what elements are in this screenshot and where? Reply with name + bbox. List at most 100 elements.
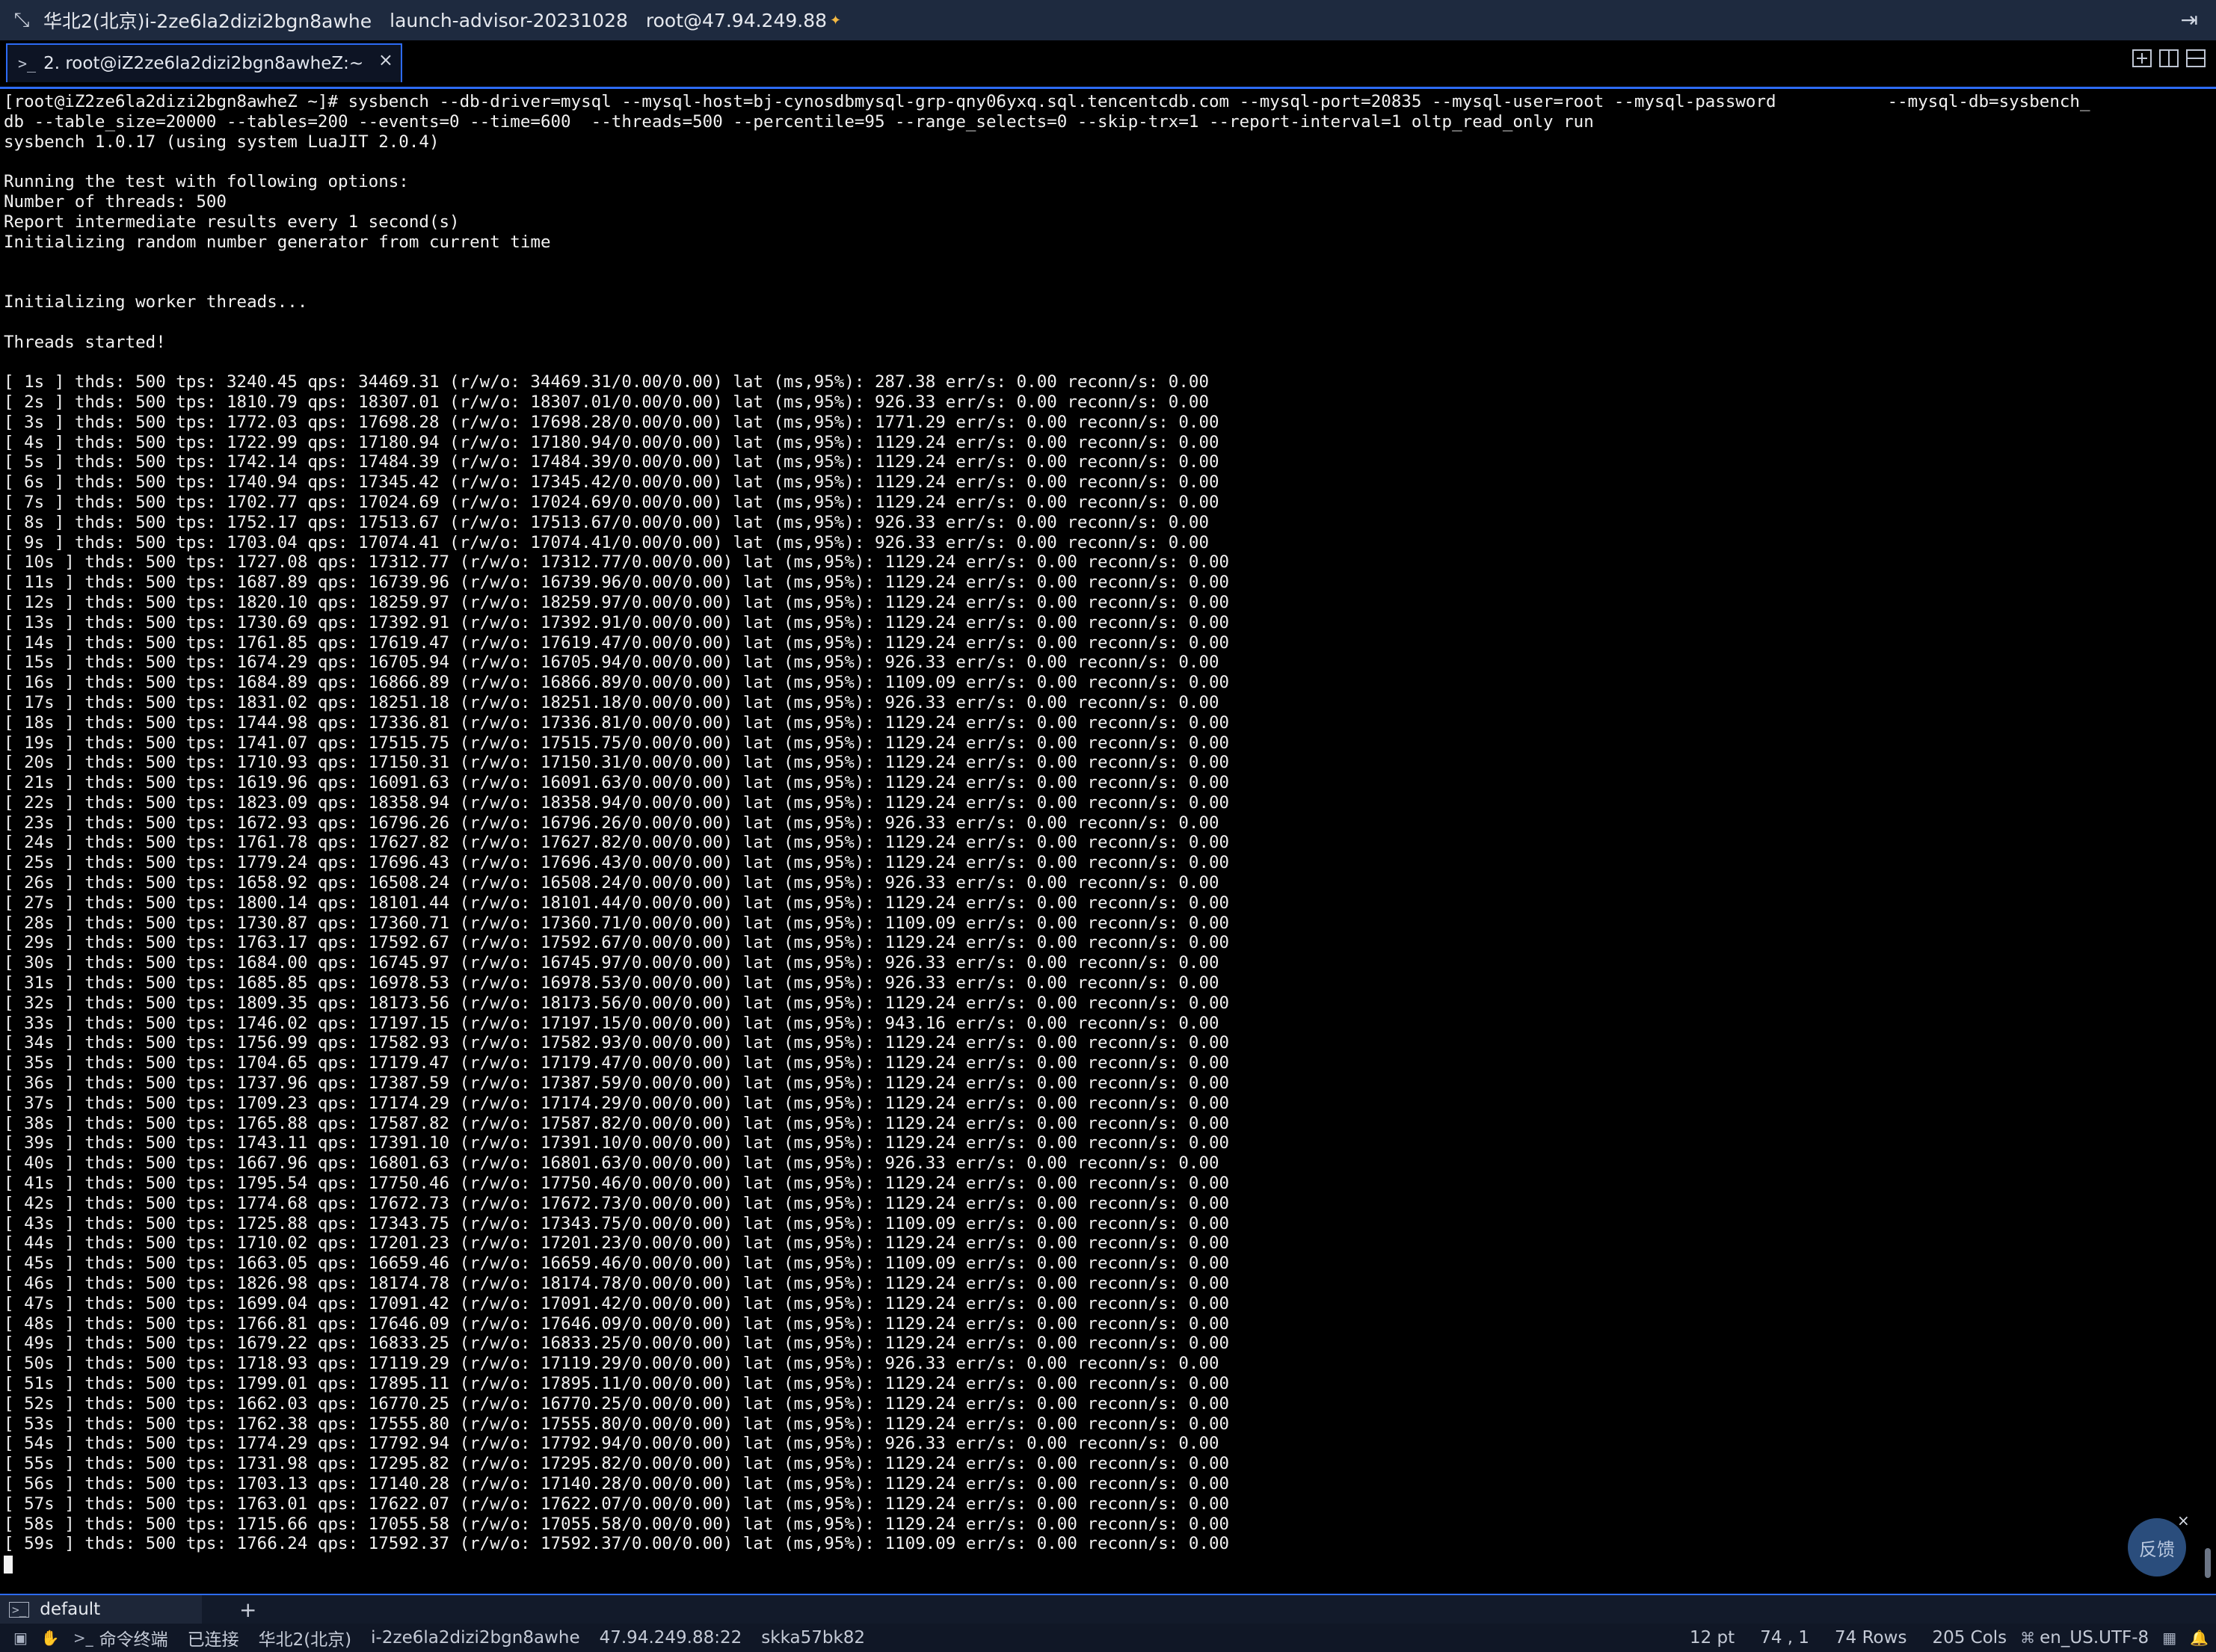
terminal-line: [ 42s ] thds: 500 tps: 1774.68 qps: 1767… bbox=[4, 1193, 1230, 1213]
status-connection: 已连接 bbox=[187, 1630, 239, 1650]
prompt-icon: >_ bbox=[73, 1629, 93, 1647]
status-encoding[interactable]: en_US.UTF-8 bbox=[2040, 1628, 2149, 1648]
session-tab-default[interactable]: >_ default bbox=[0, 1595, 202, 1624]
prompt-line[interactable] bbox=[4, 1554, 2198, 1574]
status-key: skka57bk82 bbox=[761, 1628, 866, 1648]
status-terminal-type: 命令终端 bbox=[99, 1630, 168, 1650]
prompt-icon: >_ bbox=[18, 55, 37, 73]
status-instance: i-2ze6la2dizi2bgn8awhe bbox=[371, 1628, 580, 1648]
terminal-line: sysbench 1.0.17 (using system LuaJIT 2.0… bbox=[4, 132, 440, 152]
terminal-line: [ 22s ] thds: 500 tps: 1823.09 qps: 1835… bbox=[4, 792, 1230, 813]
encoding-icon: ⌘ bbox=[2020, 1629, 2036, 1647]
status-cols: 205 Cols bbox=[1932, 1628, 2007, 1648]
terminal-line: [ 2s ] thds: 500 tps: 1810.79 qps: 18307… bbox=[4, 392, 1209, 412]
tab-label: 2. root@iZ2ze6la2dizi2bgn8awheZ:~ bbox=[43, 54, 364, 73]
sparkle-icon: ✦ bbox=[830, 12, 842, 28]
terminal-line: [ 3s ] thds: 500 tps: 1772.03 qps: 17698… bbox=[4, 412, 1219, 432]
terminal-line: [ 41s ] thds: 500 tps: 1795.54 qps: 1775… bbox=[4, 1174, 1230, 1194]
terminal-line: db --table_size=20000 --tables=200 --eve… bbox=[4, 111, 1594, 132]
terminal-line: [ 47s ] thds: 500 tps: 1699.04 qps: 1709… bbox=[4, 1293, 1230, 1313]
terminal-line: [ 28s ] thds: 500 tps: 1730.87 qps: 1736… bbox=[4, 913, 1230, 933]
terminal-line: [ 45s ] thds: 500 tps: 1663.05 qps: 1665… bbox=[4, 1254, 1230, 1274]
split-horizontal-icon[interactable] bbox=[2186, 49, 2206, 67]
split-controls bbox=[2132, 49, 2206, 67]
terminal-scrollbar[interactable] bbox=[2203, 89, 2213, 1584]
terminal-line: [ 43s ] thds: 500 tps: 1725.88 qps: 1734… bbox=[4, 1213, 1230, 1233]
session-bar: >_ default + bbox=[0, 1594, 2216, 1624]
terminal-cursor bbox=[4, 1555, 13, 1574]
window-icon[interactable]: ▣ bbox=[13, 1629, 28, 1647]
terminal-line: [ 14s ] thds: 500 tps: 1761.85 qps: 1761… bbox=[4, 632, 1230, 653]
terminal-line: [ 48s ] thds: 500 tps: 1766.81 qps: 1764… bbox=[4, 1313, 1230, 1334]
terminal-line: [ 18s ] thds: 500 tps: 1744.98 qps: 1733… bbox=[4, 712, 1230, 733]
terminal-line: [ 1s ] thds: 500 tps: 3240.45 qps: 34469… bbox=[4, 372, 1209, 392]
terminal-line: [ 30s ] thds: 500 tps: 1684.00 qps: 1674… bbox=[4, 953, 1219, 973]
terminal-line: [ 7s ] thds: 500 tps: 1702.77 qps: 17024… bbox=[4, 492, 1219, 512]
terminal-line: [ 4s ] thds: 500 tps: 1722.99 qps: 17180… bbox=[4, 432, 1219, 452]
terminal-line: [ 32s ] thds: 500 tps: 1809.35 qps: 1817… bbox=[4, 993, 1230, 1013]
scrollbar-thumb[interactable] bbox=[2205, 1548, 2211, 1578]
terminal-line: [ 20s ] thds: 500 tps: 1710.93 qps: 1715… bbox=[4, 753, 1230, 773]
terminal-line: [ 34s ] thds: 500 tps: 1756.99 qps: 1758… bbox=[4, 1033, 1230, 1053]
split-vertical-icon[interactable] bbox=[2159, 49, 2179, 67]
status-font-size[interactable]: 12 pt bbox=[1690, 1628, 1735, 1648]
exit-icon[interactable]: ⇥ bbox=[2181, 7, 2198, 32]
terminal-line: [ 8s ] thds: 500 tps: 1752.17 qps: 17513… bbox=[4, 512, 1209, 532]
terminal-line: [ 23s ] thds: 500 tps: 1672.93 qps: 1679… bbox=[4, 813, 1219, 833]
window-titlebar: ⤡ 华北2(北京)i-2ze6la2dizi2bgn8awhe launch-a… bbox=[0, 0, 2216, 40]
terminal-line: [ 33s ] thds: 500 tps: 1746.02 qps: 1719… bbox=[4, 1013, 1219, 1033]
status-region: 华北2(北京) bbox=[258, 1630, 352, 1650]
terminal-line: [ 39s ] thds: 500 tps: 1743.11 qps: 1739… bbox=[4, 1133, 1230, 1153]
terminal-line: [ 55s ] thds: 500 tps: 1731.98 qps: 1729… bbox=[4, 1454, 1230, 1474]
terminal-line: Number of threads: 500 bbox=[4, 191, 227, 212]
terminal-line: [ 12s ] thds: 500 tps: 1820.10 qps: 1825… bbox=[4, 592, 1230, 612]
grid-icon[interactable]: ▦ bbox=[2162, 1629, 2176, 1647]
tab-bar: >_ 2. root@iZ2ze6la2dizi2bgn8awheZ:~ × bbox=[0, 40, 2216, 89]
terminal-line: [ 44s ] thds: 500 tps: 1710.02 qps: 1720… bbox=[4, 1233, 1230, 1254]
terminal-output[interactable]: [root@iZ2ze6la2dizi2bgn8awheZ ~]# sysben… bbox=[0, 89, 2198, 1584]
terminal-line: [ 53s ] thds: 500 tps: 1762.38 qps: 1755… bbox=[4, 1414, 1230, 1434]
terminal-line: [ 10s ] thds: 500 tps: 1727.08 qps: 1731… bbox=[4, 552, 1230, 573]
status-rows: 74 Rows bbox=[1835, 1628, 1907, 1648]
terminal-line: [ 46s ] thds: 500 tps: 1826.98 qps: 1817… bbox=[4, 1274, 1230, 1294]
session-name: default bbox=[40, 1600, 101, 1619]
tab-close-icon[interactable]: × bbox=[378, 49, 393, 70]
title-user-host: root@47.94.249.88 bbox=[645, 9, 828, 31]
terminal-line: [ 49s ] thds: 500 tps: 1679.22 qps: 1683… bbox=[4, 1334, 1230, 1354]
terminal-line: [ 58s ] thds: 500 tps: 1715.66 qps: 1705… bbox=[4, 1514, 1230, 1534]
hand-icon[interactable]: ✋ bbox=[41, 1629, 60, 1647]
terminal-line: [ 25s ] thds: 500 tps: 1779.24 qps: 1769… bbox=[4, 853, 1230, 873]
feedback-close-icon[interactable]: × bbox=[2177, 1511, 2190, 1529]
terminal-line: [ 17s ] thds: 500 tps: 1831.02 qps: 1825… bbox=[4, 692, 1219, 712]
terminal-line: [ 13s ] thds: 500 tps: 1730.69 qps: 1739… bbox=[4, 612, 1230, 632]
terminal-line: [ 51s ] thds: 500 tps: 1799.01 qps: 1789… bbox=[4, 1374, 1230, 1393]
terminal-line: Threads started! bbox=[4, 332, 166, 352]
terminal-line: [ 26s ] thds: 500 tps: 1658.92 qps: 1650… bbox=[4, 873, 1219, 893]
new-split-icon[interactable] bbox=[2132, 49, 2152, 67]
terminal-line: [ 9s ] thds: 500 tps: 1703.04 qps: 17074… bbox=[4, 532, 1209, 552]
title-region-host: 华北2(北京)i-2ze6la2dizi2bgn8awhe bbox=[43, 10, 372, 32]
status-bar: ▣ ✋ >_ 命令终端 已连接 华北2(北京) i-2ze6la2dizi2bg… bbox=[0, 1624, 2216, 1652]
terminal-line: [ 50s ] thds: 500 tps: 1718.93 qps: 1711… bbox=[4, 1354, 1219, 1374]
terminal-line: Initializing random number generator fro… bbox=[4, 232, 551, 252]
terminal-line: [ 16s ] thds: 500 tps: 1684.89 qps: 1686… bbox=[4, 673, 1230, 693]
terminal-line: [ 35s ] thds: 500 tps: 1704.65 qps: 1717… bbox=[4, 1053, 1230, 1073]
terminal-lines: [root@iZ2ze6la2dizi2bgn8awheZ ~]# sysben… bbox=[0, 89, 2198, 1574]
terminal-line: [ 38s ] thds: 500 tps: 1765.88 qps: 1758… bbox=[4, 1113, 1230, 1133]
terminal-line: [ 54s ] thds: 500 tps: 1774.29 qps: 1779… bbox=[4, 1434, 1219, 1454]
tab-terminal-session[interactable]: >_ 2. root@iZ2ze6la2dizi2bgn8awheZ:~ × bbox=[6, 43, 402, 82]
terminal-line: [ 57s ] thds: 500 tps: 1763.01 qps: 1762… bbox=[4, 1494, 1230, 1514]
terminal-line: [ 37s ] thds: 500 tps: 1709.23 qps: 1717… bbox=[4, 1093, 1230, 1113]
terminal-line: [ 21s ] thds: 500 tps: 1619.96 qps: 1609… bbox=[4, 773, 1230, 793]
bell-icon[interactable]: 🔔 bbox=[2190, 1629, 2209, 1647]
add-session-button[interactable]: + bbox=[239, 1597, 256, 1622]
status-right-group: 12 pt 74 , 1 74 Rows 205 Cols ⌘ en_US.UT… bbox=[1664, 1624, 2209, 1652]
terminal-line: [ 56s ] thds: 500 tps: 1703.13 qps: 1714… bbox=[4, 1473, 1230, 1494]
terminal-line: [root@iZ2ze6la2dizi2bgn8awheZ ~]# sysben… bbox=[4, 92, 2090, 111]
terminal-line: [ 29s ] thds: 500 tps: 1763.17 qps: 1759… bbox=[4, 933, 1230, 953]
terminal-line: Running the test with following options: bbox=[4, 172, 409, 192]
fullscreen-toggle-icon[interactable]: ⤡ bbox=[0, 9, 43, 32]
terminal-line: [ 52s ] thds: 500 tps: 1662.03 qps: 1677… bbox=[4, 1393, 1230, 1414]
